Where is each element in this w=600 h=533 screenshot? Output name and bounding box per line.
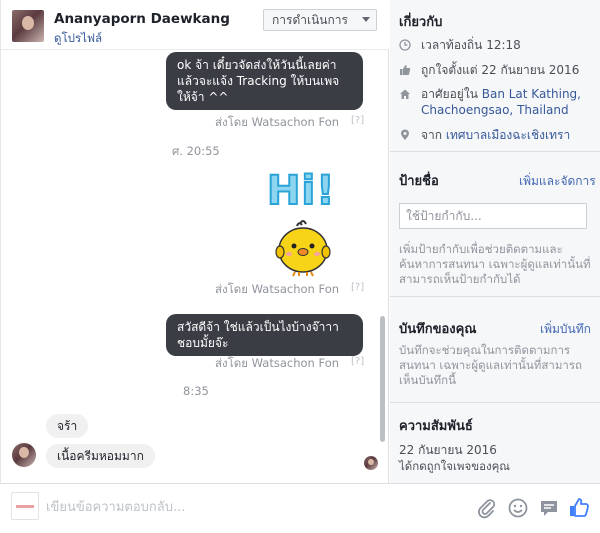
saved-replies-icon[interactable] (538, 497, 560, 519)
conversation-pane: Ananyaporn Daewkang ดูโปรไฟล์ การดำเนินก… (0, 0, 389, 483)
liked-date-row: ถูกใจตั้งแต่ 22 กันยายน 2016 (399, 62, 594, 78)
attachment-icon[interactable] (476, 497, 498, 519)
sent-by-label: ส่งโดย Watsachon Fon (215, 356, 340, 370)
lives-in-row: อาศัยอยู่ใน Ban Lat Kathing, Chachoengsa… (399, 86, 594, 120)
tags-help-text: เพิ่มป้ายกำกับเพื่อช่วยติดตามและค้นหาการ… (399, 242, 591, 286)
message-bubble-outgoing[interactable]: ok จ้า เดี๋ยวจัดส่งให้วันนี้เลยค่า แล้วจ… (166, 52, 363, 110)
location-pin-icon (399, 129, 411, 141)
notes-help-text: บันทึกจะช่วยคุณในการติดตามการสนทนา เฉพาะ… (399, 343, 583, 387)
like-icon[interactable] (568, 497, 590, 519)
actions-dropdown[interactable]: การดำเนินการ (263, 9, 377, 31)
tag-input[interactable] (399, 203, 587, 229)
message-bubble-incoming[interactable]: จร้า (46, 414, 89, 438)
seen-help-icon[interactable]: [?] (351, 282, 364, 293)
conversation-header: Ananyaporn Daewkang ดูโปรไฟล์ การดำเนินก… (1, 0, 389, 50)
seen-help-icon[interactable]: [?] (351, 115, 364, 126)
local-time: เวลาท้องถิ่น 12:18 (421, 38, 521, 52)
reply-composer (0, 483, 600, 533)
chevron-down-icon (362, 17, 370, 22)
page-avatar (11, 492, 39, 520)
notes-title: บันทึกของคุณ (399, 322, 477, 337)
add-manage-tags-link[interactable]: เพิ่มและจัดการ (519, 172, 596, 191)
sent-by-label: ส่งโดย Watsachon Fon (215, 282, 340, 296)
chick-sticker-icon (275, 220, 331, 277)
message-bubble-incoming[interactable]: เนื้อครีมหอมมาก (46, 444, 155, 468)
local-time-row: เวลาท้องถิ่น 12:18 (399, 37, 594, 53)
message-thread[interactable]: ok จ้า เดี๋ยวจัดส่งให้วันนี้เลยค่า แล้วจ… (1, 50, 389, 483)
lives-in-prefix: อาศัยอยู่ใน (421, 87, 478, 101)
view-profile-link[interactable]: ดูโปรไฟล์ (54, 30, 102, 48)
seen-help-icon[interactable]: [?] (351, 356, 364, 367)
tags-title: ป้ายชื่อ (399, 174, 439, 189)
avatar[interactable] (12, 10, 44, 42)
reply-input[interactable] (46, 495, 446, 519)
emoji-icon[interactable] (507, 497, 529, 519)
relationship-title: ความสัมพันธ์ (399, 419, 473, 434)
sender-avatar[interactable] (12, 443, 36, 467)
actions-label: การดำเนินการ (272, 13, 348, 27)
from-row: จาก เทศบาลเมืองฉะเชิงเทรา (399, 127, 594, 143)
message-bubble-outgoing[interactable]: สวัสดีจ้า ใช่แล้วเป็นไงบ้างจ๊าาา ชอบมั้ย… (166, 314, 363, 356)
relationship-desc: ได้กดถูกใจเพจของคุณ (399, 459, 510, 473)
thumbs-up-icon (399, 64, 411, 76)
clock-icon (399, 39, 411, 51)
info-sidebar: เกี่ยวกับ เวลาท้องถิ่น 12:18 ถูกใจตั้งแต… (390, 0, 600, 483)
timestamp: 8:35 (183, 384, 209, 398)
home-icon (399, 88, 411, 100)
liked-date: ถูกใจตั้งแต่ 22 กันยายน 2016 (421, 63, 580, 77)
from-location-link[interactable]: เทศบาลเมืองฉะเชิงเทรา (446, 128, 570, 142)
scrollbar[interactable] (380, 316, 385, 442)
sent-by-label: ส่งโดย Watsachon Fon (215, 115, 340, 129)
about-title: เกี่ยวกับ (399, 15, 443, 30)
seen-avatar (364, 456, 378, 470)
about-section: เกี่ยวกับ เวลาท้องถิ่น 12:18 ถูกใจตั้งแต… (390, 0, 600, 152)
add-note-link[interactable]: เพิ่มบันทึก (540, 320, 591, 339)
contact-name[interactable]: Ananyaporn Daewkang (54, 11, 230, 27)
from-prefix: จาก (421, 128, 443, 142)
timestamp: ศ. 20:55 (172, 144, 220, 158)
hi-sticker-text: Hi! (266, 167, 336, 215)
